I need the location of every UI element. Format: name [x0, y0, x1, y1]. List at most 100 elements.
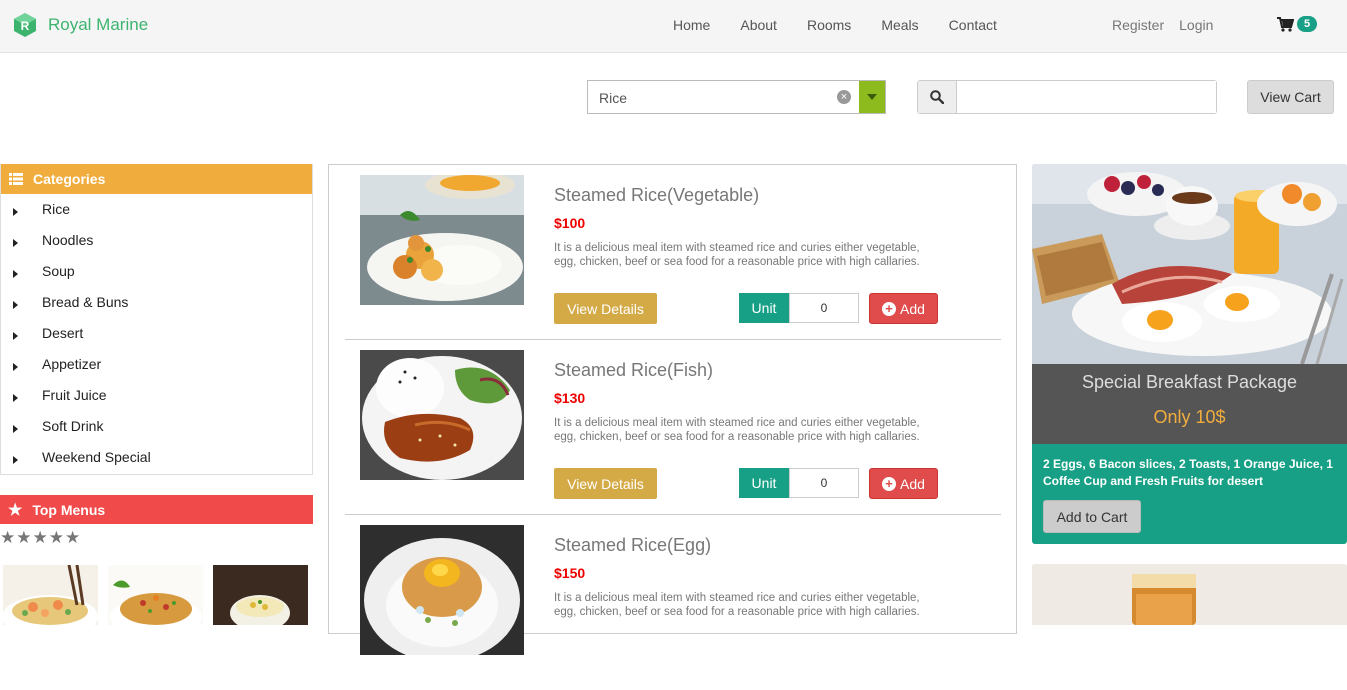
product-card: Steamed Rice(Vegetable) $100 It is a del… [345, 165, 1001, 340]
category-item-appetizer[interactable]: Appetizer [1, 356, 312, 387]
promo-add-to-cart-button[interactable]: Add to Cart [1043, 500, 1141, 533]
brand-name: Royal Marine [48, 15, 149, 34]
nav-rooms[interactable]: Rooms [807, 17, 851, 33]
promo-card: Special Breakfast Package Only 10$ 2 Egg… [1032, 164, 1347, 544]
navbar: R Royal Marine Home About Rooms Meals Co… [0, 0, 1347, 53]
nav-about[interactable]: About [740, 17, 777, 33]
top-menu-thumb-soup[interactable] [213, 565, 308, 625]
category-label: Soft Drink [42, 418, 104, 434]
category-item-soft-drink[interactable]: Soft Drink [1, 418, 312, 449]
unit-quantity-group: Unit [739, 468, 859, 498]
cart-icon [1277, 16, 1294, 32]
search-input[interactable] [957, 81, 1216, 113]
cart-button[interactable]: 5 [1277, 16, 1318, 32]
top-menus-title: Top Menus [32, 501, 106, 518]
categories-header: Categories [1, 164, 312, 194]
dropdown-arrow-icon[interactable] [859, 81, 885, 113]
unit-label: Unit [739, 293, 789, 323]
product-list: Steamed Rice(Vegetable) $100 It is a del… [328, 164, 1017, 655]
category-item-weekend-special[interactable]: Weekend Special [1, 449, 312, 480]
category-item-bread-buns[interactable]: Bread & Buns [1, 294, 312, 325]
category-item-rice[interactable]: Rice [1, 201, 312, 232]
category-item-noodles[interactable]: Noodles [1, 232, 312, 263]
nav-meals[interactable]: Meals [881, 17, 918, 33]
list-icon [9, 173, 23, 185]
add-to-cart-button[interactable]: + Add [869, 293, 938, 324]
cart-count-badge: 5 [1297, 16, 1318, 32]
add-label: Add [900, 475, 925, 492]
category-label: Fruit Juice [42, 387, 107, 403]
triangle-right-icon [13, 301, 18, 309]
top-menu-thumb-shrimp-rice[interactable] [3, 565, 98, 625]
promo-title: Special Breakfast Package [1081, 372, 1298, 392]
unit-quantity-input[interactable] [789, 293, 859, 323]
category-label: Soup [42, 263, 75, 279]
promo-description: 2 Eggs, 6 Bacon slices, 2 Toasts, 1 Oran… [1043, 457, 1333, 488]
add-label: Add [900, 300, 925, 317]
triangle-right-icon [13, 394, 18, 402]
star-icon: ★ [8, 501, 23, 519]
category-select[interactable]: Rice × [587, 80, 886, 114]
nav-home[interactable]: Home [673, 17, 710, 33]
triangle-right-icon [13, 363, 18, 371]
category-list: Rice Noodles Soup Bread & Buns Desert Ap… [1, 194, 312, 480]
category-item-desert[interactable]: Desert [1, 325, 312, 356]
triangle-right-icon [13, 270, 18, 278]
register-link[interactable]: Register [1112, 17, 1164, 33]
triangle-right-icon [13, 425, 18, 433]
product-image-vegetable-rice[interactable] [360, 175, 524, 305]
add-to-cart-button[interactable]: + Add [869, 468, 938, 499]
promo-body: 2 Eggs, 6 Bacon slices, 2 Toasts, 1 Oran… [1032, 444, 1347, 544]
svg-text:R: R [21, 19, 30, 33]
unit-quantity-group: Unit [739, 293, 859, 323]
triangle-right-icon [13, 239, 18, 247]
product-description: It is a delicious meal item with steamed… [554, 242, 920, 268]
plus-circle-icon: + [882, 476, 897, 491]
category-select-value: Rice [599, 90, 628, 106]
product-image-fish-rice[interactable] [360, 350, 524, 480]
category-label: Noodles [42, 232, 94, 248]
category-item-soup[interactable]: Soup [1, 263, 312, 294]
brand-logo-icon: R [14, 13, 36, 37]
category-label: Desert [42, 325, 84, 341]
category-item-fruit-juice[interactable]: Fruit Juice [1, 387, 312, 418]
triangle-right-icon [13, 456, 18, 464]
view-details-button[interactable]: View Details [554, 293, 657, 324]
product-description: It is a delicious meal item with steamed… [554, 592, 920, 618]
promo-image-secondary [1032, 564, 1347, 625]
product-card: Steamed Rice(Egg) $150 It is a delicious… [345, 515, 1001, 690]
categories-title: Categories [33, 171, 106, 187]
brand[interactable]: R Royal Marine [12, 12, 148, 38]
search-icon[interactable] [918, 81, 957, 113]
triangle-right-icon [13, 208, 18, 216]
clear-selection-icon[interactable]: × [837, 90, 851, 104]
product-price: $150 [554, 565, 586, 581]
auth-links: Register Login [1112, 17, 1228, 33]
unit-label: Unit [739, 468, 789, 498]
promo-price: Only 10$ [1153, 407, 1226, 427]
top-menu-thumb-fried-rice[interactable] [108, 565, 203, 625]
category-label: Appetizer [42, 356, 102, 372]
promo-band: Special Breakfast Package Only 10$ [1032, 364, 1347, 444]
plus-circle-icon: + [882, 301, 897, 316]
promo-image-breakfast [1032, 164, 1347, 365]
login-link[interactable]: Login [1179, 17, 1213, 33]
product-description: It is a delicious meal item with steamed… [554, 417, 920, 443]
nav-contact[interactable]: Contact [949, 17, 997, 33]
view-cart-button[interactable]: View Cart [1247, 80, 1334, 114]
search-group [917, 80, 1217, 114]
product-price: $130 [554, 390, 586, 406]
unit-quantity-input[interactable] [789, 468, 859, 498]
category-label: Weekend Special [42, 449, 151, 465]
product-card: Steamed Rice(Fish) $130 It is a deliciou… [345, 340, 1001, 515]
product-price: $100 [554, 215, 586, 231]
view-details-button[interactable]: View Details [554, 468, 657, 499]
product-image-egg-rice[interactable] [360, 525, 524, 655]
product-title[interactable]: Steamed Rice(Vegetable) [554, 185, 759, 206]
rating-stars: ★★★★★ [0, 528, 82, 547]
category-label: Rice [42, 201, 71, 217]
product-title[interactable]: Steamed Rice(Egg) [554, 535, 711, 556]
promo-card-secondary [1032, 564, 1347, 625]
top-menus-header: ★ Top Menus [0, 495, 313, 524]
product-title[interactable]: Steamed Rice(Fish) [554, 360, 713, 381]
